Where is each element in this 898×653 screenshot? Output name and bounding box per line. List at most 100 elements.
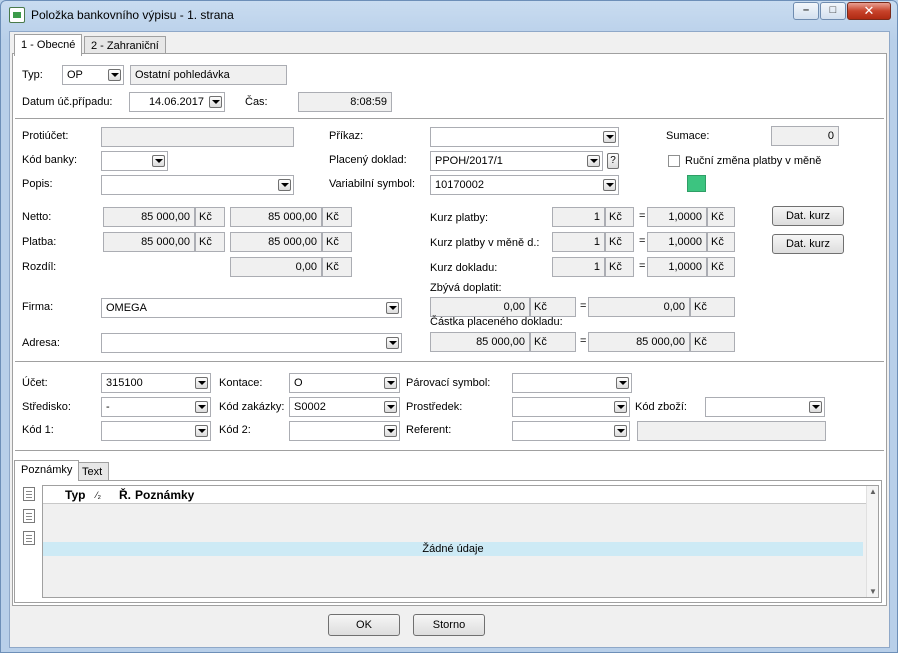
referent-select[interactable] — [512, 421, 630, 441]
typ-code-value: OP — [67, 69, 83, 81]
col-typ[interactable]: Typ — [65, 488, 85, 502]
app-icon — [9, 7, 25, 23]
kod-zakazky-label: Kód zakázky: — [219, 401, 285, 413]
delete-note-icon[interactable] — [23, 531, 35, 545]
prostredek-label: Prostředek: — [406, 401, 463, 413]
title-bar[interactable]: Položka bankovního výpisu - 1. strana – … — [1, 1, 897, 29]
tab-obecne[interactable]: 1 - Obecné — [14, 34, 83, 56]
color-swatch — [687, 175, 706, 192]
popis-select[interactable] — [101, 175, 294, 195]
sumace-label: Sumace: — [666, 130, 710, 142]
castka-currency-1: Kč — [530, 332, 576, 352]
kurz-platby-label: Kurz platby: — [430, 212, 489, 224]
chevron-down-icon[interactable] — [195, 401, 208, 413]
netto-field-2: 85 000,00 — [230, 207, 322, 227]
chevron-down-icon[interactable] — [386, 337, 399, 349]
kurz-platby-left: 1 — [552, 207, 605, 227]
chevron-down-icon[interactable] — [614, 425, 627, 437]
kontace-select[interactable]: O — [289, 373, 400, 393]
protiucet-input[interactable] — [101, 127, 294, 147]
new-note-icon[interactable] — [23, 487, 35, 501]
kod-zbozi-select[interactable] — [705, 397, 825, 417]
platba-field-2: 85 000,00 — [230, 232, 322, 252]
separator — [15, 450, 884, 452]
tab-text[interactable]: Text — [75, 462, 110, 481]
ok-button[interactable]: OK — [328, 614, 400, 636]
window-title: Položka bankovního výpisu - 1. strana — [31, 8, 234, 22]
window: Položka bankovního výpisu - 1. strana – … — [0, 0, 898, 653]
kurz-dokladu-currency-2: Kč — [707, 257, 735, 277]
minimize-button[interactable]: – — [793, 2, 819, 20]
chevron-down-icon[interactable] — [587, 155, 600, 167]
castka-currency-2: Kč — [690, 332, 735, 352]
kod-zbozi-label: Kód zboží: — [635, 401, 687, 413]
stredisko-value: - — [106, 401, 110, 413]
chevron-down-icon[interactable] — [209, 96, 222, 108]
kod-zakazky-select[interactable]: S0002 — [289, 397, 400, 417]
dat-kurz-button-2[interactable]: Dat. kurz — [772, 234, 844, 254]
chevron-down-icon[interactable] — [809, 401, 822, 413]
edit-note-icon[interactable] — [23, 509, 35, 523]
maximize-button[interactable]: □ — [820, 2, 846, 20]
placeny-doklad-select[interactable]: PPOH/2017/1 — [430, 151, 603, 171]
chevron-down-icon[interactable] — [108, 69, 121, 81]
dat-kurz-button-1[interactable]: Dat. kurz — [772, 206, 844, 226]
stredisko-select[interactable]: - — [101, 397, 211, 417]
chevron-down-icon[interactable] — [603, 131, 616, 143]
chevron-down-icon[interactable] — [384, 425, 397, 437]
chevron-down-icon[interactable] — [616, 377, 629, 389]
stredisko-label: Středisko: — [22, 401, 71, 413]
chevron-down-icon[interactable] — [614, 401, 627, 413]
parovaci-symbol-select[interactable] — [512, 373, 632, 393]
firma-select[interactable]: OMEGA — [101, 298, 402, 318]
prikaz-select[interactable] — [430, 127, 619, 147]
grid-scrollbar[interactable]: ▲ ▼ — [866, 486, 878, 597]
netto-label: Netto: — [22, 211, 52, 223]
col-fraction[interactable]: ⁄₂ — [96, 490, 101, 500]
sumace-field: 0 — [771, 126, 839, 146]
kod-banky-label: Kód banky: — [22, 154, 78, 166]
dialog-client: 1 - Obecné 2 - Zahraniční Typ: OP Ostatn… — [9, 31, 890, 648]
tab-poznamky[interactable]: Poznámky — [14, 460, 80, 481]
chevron-down-icon[interactable] — [603, 179, 616, 191]
ucet-value: 315100 — [106, 377, 143, 389]
col-poznamky[interactable]: Poznámky — [135, 488, 194, 502]
chevron-down-icon[interactable] — [278, 179, 291, 191]
chevron-down-icon[interactable] — [195, 377, 208, 389]
storno-button[interactable]: Storno — [413, 614, 485, 636]
netto-currency-2: Kč — [322, 207, 352, 227]
ucet-select[interactable]: 315100 — [101, 373, 211, 393]
adresa-select[interactable] — [101, 333, 402, 353]
castka-field-1: 85 000,00 — [430, 332, 530, 352]
kurz-dokladu-eq: = — [639, 260, 646, 272]
scroll-up-icon[interactable]: ▲ — [869, 487, 877, 496]
placeny-doklad-help-button[interactable]: ? — [607, 153, 619, 169]
kod-banky-select[interactable] — [101, 151, 168, 171]
chevron-down-icon[interactable] — [152, 155, 165, 167]
minimize-icon: – — [802, 4, 810, 16]
datum-picker[interactable]: 14.06.2017 — [129, 92, 225, 112]
variabilni-symbol-select[interactable]: 10170002 — [430, 175, 619, 195]
datum-label: Datum úč.případu: — [22, 96, 113, 108]
chevron-down-icon[interactable] — [384, 401, 397, 413]
chevron-down-icon[interactable] — [195, 425, 208, 437]
chevron-down-icon[interactable] — [386, 302, 399, 314]
platba-label: Platba: — [22, 236, 57, 248]
rozdil-currency: Kč — [322, 257, 352, 277]
protiucet-label: Protiúčet: — [22, 130, 69, 142]
prostredek-select[interactable] — [512, 397, 630, 417]
kod2-select[interactable] — [289, 421, 400, 441]
maximize-icon: □ — [829, 4, 837, 16]
rucni-zmena-label: Ruční změna platby v měně — [685, 155, 822, 167]
cas-field: 8:08:59 — [298, 92, 392, 112]
scroll-down-icon[interactable]: ▼ — [869, 587, 877, 596]
kod1-select[interactable] — [101, 421, 211, 441]
rucni-zmena-checkbox[interactable] — [668, 155, 680, 167]
close-button[interactable]: ✕ — [847, 2, 891, 20]
typ-code-select[interactable]: OP — [62, 65, 124, 85]
col-radek[interactable]: Ř. — [119, 488, 131, 502]
chevron-down-icon[interactable] — [384, 377, 397, 389]
notes-grid[interactable]: Typ ⁄₂ Ř. Poznámky Žádné údaje ▲ ▼ — [42, 485, 879, 598]
caption-buttons: – □ ✕ — [792, 2, 891, 20]
castka-field-2: 85 000,00 — [588, 332, 690, 352]
